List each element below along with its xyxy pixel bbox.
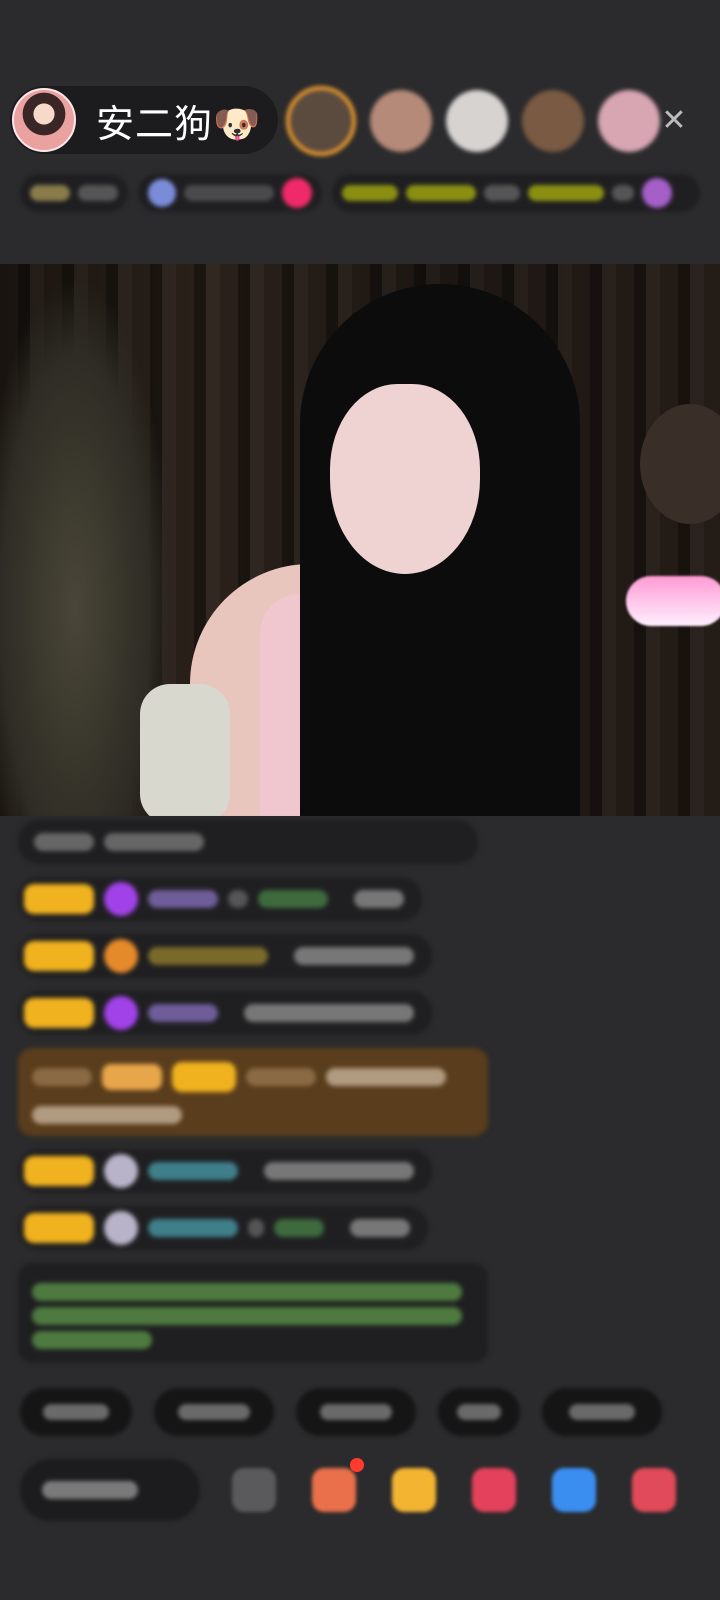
level-badge (24, 1213, 94, 1243)
quick-reply-chip[interactable] (438, 1388, 520, 1436)
viewer-avatar[interactable] (598, 90, 660, 152)
avatar (104, 1211, 138, 1245)
level-badge (24, 998, 94, 1028)
close-icon[interactable]: ✕ (654, 100, 694, 140)
gem-icon (104, 996, 138, 1030)
quick-reply-chip[interactable] (20, 1388, 132, 1436)
level-badge (24, 1156, 94, 1186)
notification-dot (350, 1458, 364, 1472)
rank-pill[interactable] (20, 174, 128, 212)
level-badge (24, 884, 94, 914)
viewer-avatar[interactable] (286, 86, 356, 156)
heart-gift-icon[interactable] (472, 1468, 516, 1512)
host-avatar[interactable] (12, 88, 76, 152)
chat-message (18, 1149, 432, 1193)
host-card[interactable]: 安二狗🐶 (10, 86, 278, 154)
chat-message-highlight (18, 1048, 488, 1136)
status-row (20, 172, 700, 214)
badge-icon (104, 939, 138, 973)
chat-message (18, 991, 432, 1035)
viewer-avatar[interactable] (522, 90, 584, 152)
bottom-bar (20, 1452, 720, 1528)
level-badge (24, 941, 94, 971)
microphone (140, 684, 230, 816)
chat-message (18, 877, 422, 921)
system-notice (18, 1263, 488, 1363)
chat-message (18, 820, 478, 864)
gift-box-icon[interactable] (312, 1468, 356, 1512)
chat-message (18, 1206, 428, 1250)
live-video[interactable] (0, 264, 720, 816)
quick-reply-chip[interactable] (154, 1388, 274, 1436)
avatar (104, 1154, 138, 1188)
viewer-avatar[interactable] (446, 90, 508, 152)
activity-banner[interactable] (332, 174, 700, 212)
viewer-avatar[interactable] (370, 90, 432, 152)
quick-replies (20, 1388, 720, 1436)
game-icon[interactable] (552, 1468, 596, 1512)
chat-message (18, 934, 432, 978)
emoji-icon[interactable] (232, 1468, 276, 1512)
comment-input[interactable] (20, 1459, 200, 1521)
popularity-pill[interactable] (138, 174, 322, 212)
gift-bag-icon[interactable] (392, 1468, 436, 1512)
neon-sign (626, 576, 720, 626)
gem-icon (104, 882, 138, 916)
host-name: 安二狗🐶 (96, 101, 262, 146)
top-viewers (286, 86, 660, 156)
quick-reply-chip[interactable] (296, 1388, 416, 1436)
quick-reply-chip[interactable] (542, 1388, 662, 1436)
more-icon[interactable] (632, 1468, 676, 1512)
chat-list[interactable] (18, 820, 488, 1376)
streamer-face (330, 384, 480, 574)
